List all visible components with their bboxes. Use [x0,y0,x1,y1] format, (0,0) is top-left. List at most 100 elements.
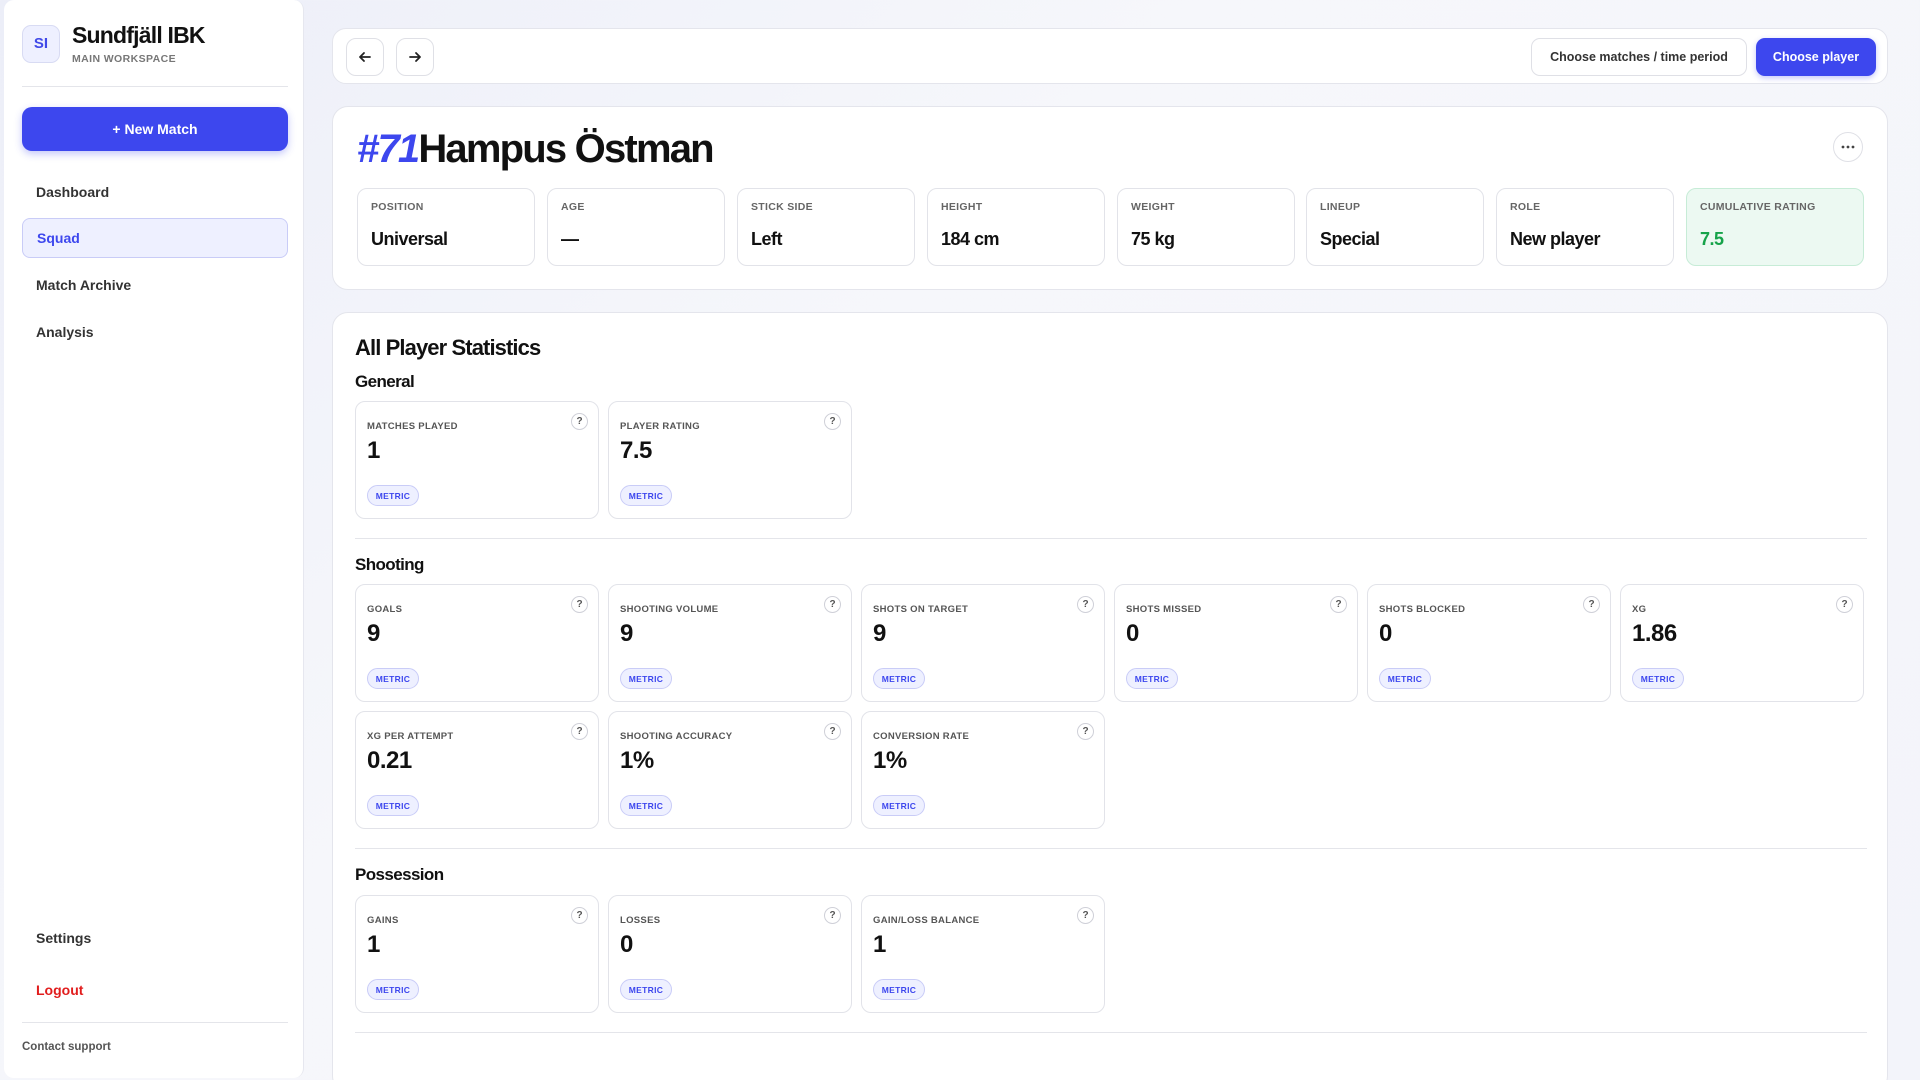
stat-label: CONVERSION RATE [873,731,970,742]
stat-card: SHOOTING VOLUME? 9 METRIC [608,584,852,702]
metric-badge: METRIC [367,795,419,816]
help-icon[interactable]: ? [824,907,841,924]
stat-label: SHOTS BLOCKED [1379,604,1466,615]
sidebar-divider [22,1022,288,1023]
stat-label: MATCHES PLAYED [367,421,458,432]
contact-support-link[interactable]: Contact support [22,1041,111,1053]
stat-card: SHOTS MISSED? 0 METRIC [1114,584,1358,702]
stat-card: SHOTS BLOCKED? 0 METRIC [1367,584,1611,702]
stat-value: 9 [873,620,886,647]
stat-card: XG PER ATTEMPT? 0.21 METRIC [355,711,599,829]
brand[interactable]: SI Sundfjäll IBK MAIN WORKSPACE [22,22,206,65]
workspace-label: MAIN WORKSPACE [72,53,176,65]
new-match-button[interactable]: + New Match [22,107,288,151]
metric-badge: METRIC [367,485,419,506]
player-name: Hampus Östman [418,127,714,171]
attribute-label: STICK SIDE [751,201,813,213]
stat-card: GAINS? 1 METRIC [355,895,599,1013]
attribute-label: POSITION [371,201,424,213]
nav-squad[interactable]: Squad [22,218,288,258]
metric-badge: METRIC [620,668,672,689]
choose-player-button[interactable]: Choose player [1756,38,1876,76]
team-logo: SI [22,24,60,63]
stat-value: 9 [367,620,380,647]
help-icon[interactable]: ? [824,413,841,430]
stat-value: 1.86 [1632,620,1677,647]
sidebar-divider [22,86,288,87]
stat-value: 0 [1379,620,1392,647]
help-icon[interactable]: ? [571,723,588,740]
metric-badge: METRIC [1379,668,1431,689]
metric-badge: METRIC [620,485,672,506]
nav-settings[interactable]: Settings [22,918,288,958]
attribute-label: WEIGHT [1131,201,1175,213]
player-title: #71Hampus Östman [357,127,715,172]
stat-label: GAINS [367,915,399,926]
attribute-value: 7.5 [1700,229,1724,249]
attribute-label: ROLE [1510,201,1541,213]
back-button[interactable] [346,38,384,76]
stat-card: XG? 1.86 METRIC [1620,584,1864,702]
stat-card: SHOOTING ACCURACY? 1% METRIC [608,711,852,829]
stat-card: GOALS? 9 METRIC [355,584,599,702]
stat-label: GOALS [367,604,403,615]
player-attribute: AGE — [547,188,725,266]
stat-card: GAIN/LOSS BALANCE? 1 METRIC [861,895,1105,1013]
help-icon[interactable]: ? [1583,596,1600,613]
stat-value: 1% [620,747,654,774]
stat-card: LOSSES? 0 METRIC [608,895,852,1013]
section-title: Shooting [355,555,424,574]
more-options-button[interactable] [1833,132,1863,162]
attribute-value: New player [1510,229,1601,249]
metric-badge: METRIC [873,979,925,1000]
stat-value: 1% [873,747,907,774]
attribute-label: CUMULATIVE RATING [1700,201,1816,213]
player-attribute: WEIGHT 75 kg [1117,188,1295,266]
metric-badge: METRIC [367,979,419,1000]
section-divider [355,1032,1867,1033]
stat-value: 0 [620,931,633,958]
stat-value: 0.21 [367,747,412,774]
stat-value: 7.5 [620,437,652,464]
stat-card: CONVERSION RATE? 1% METRIC [861,711,1105,829]
help-icon[interactable]: ? [1836,596,1853,613]
player-number: #71 [357,127,420,171]
help-icon[interactable]: ? [1077,723,1094,740]
stat-value: 9 [620,620,633,647]
nav-match-archive[interactable]: Match Archive [22,265,288,305]
stat-label: SHOTS MISSED [1126,604,1202,615]
player-attribute: POSITION Universal [357,188,535,266]
stats-title: All Player Statistics [355,335,541,360]
attribute-value: Left [751,229,783,249]
stat-card: MATCHES PLAYED? 1 METRIC [355,401,599,519]
attribute-label: AGE [561,201,585,213]
section-divider [355,848,1867,849]
forward-button[interactable] [396,38,434,76]
metric-badge: METRIC [1632,668,1684,689]
help-icon[interactable]: ? [571,413,588,430]
section-divider [355,538,1867,539]
stat-label: SHOOTING ACCURACY [620,731,733,742]
stat-label: PLAYER RATING [620,421,700,432]
metric-badge: METRIC [367,668,419,689]
attribute-value: 75 kg [1131,229,1175,249]
help-icon[interactable]: ? [1077,907,1094,924]
arrow-right-icon [409,52,421,62]
metric-badge: METRIC [873,795,925,816]
nav-dashboard[interactable]: Dashboard [22,172,288,212]
more-horizontal-icon [1841,145,1855,149]
help-icon[interactable]: ? [571,907,588,924]
nav-analysis[interactable]: Analysis [22,312,288,352]
section-title: General [355,372,415,391]
help-icon[interactable]: ? [1330,596,1347,613]
help-icon[interactable]: ? [571,596,588,613]
stat-label: LOSSES [620,915,661,926]
arrow-left-icon [359,52,371,62]
stat-label: GAIN/LOSS BALANCE [873,915,980,926]
choose-period-button[interactable]: Choose matches / time period [1531,38,1747,76]
logout-button[interactable]: Logout [22,970,288,1010]
help-icon[interactable]: ? [1077,596,1094,613]
help-icon[interactable]: ? [824,596,841,613]
help-icon[interactable]: ? [824,723,841,740]
metric-badge: METRIC [1126,668,1178,689]
